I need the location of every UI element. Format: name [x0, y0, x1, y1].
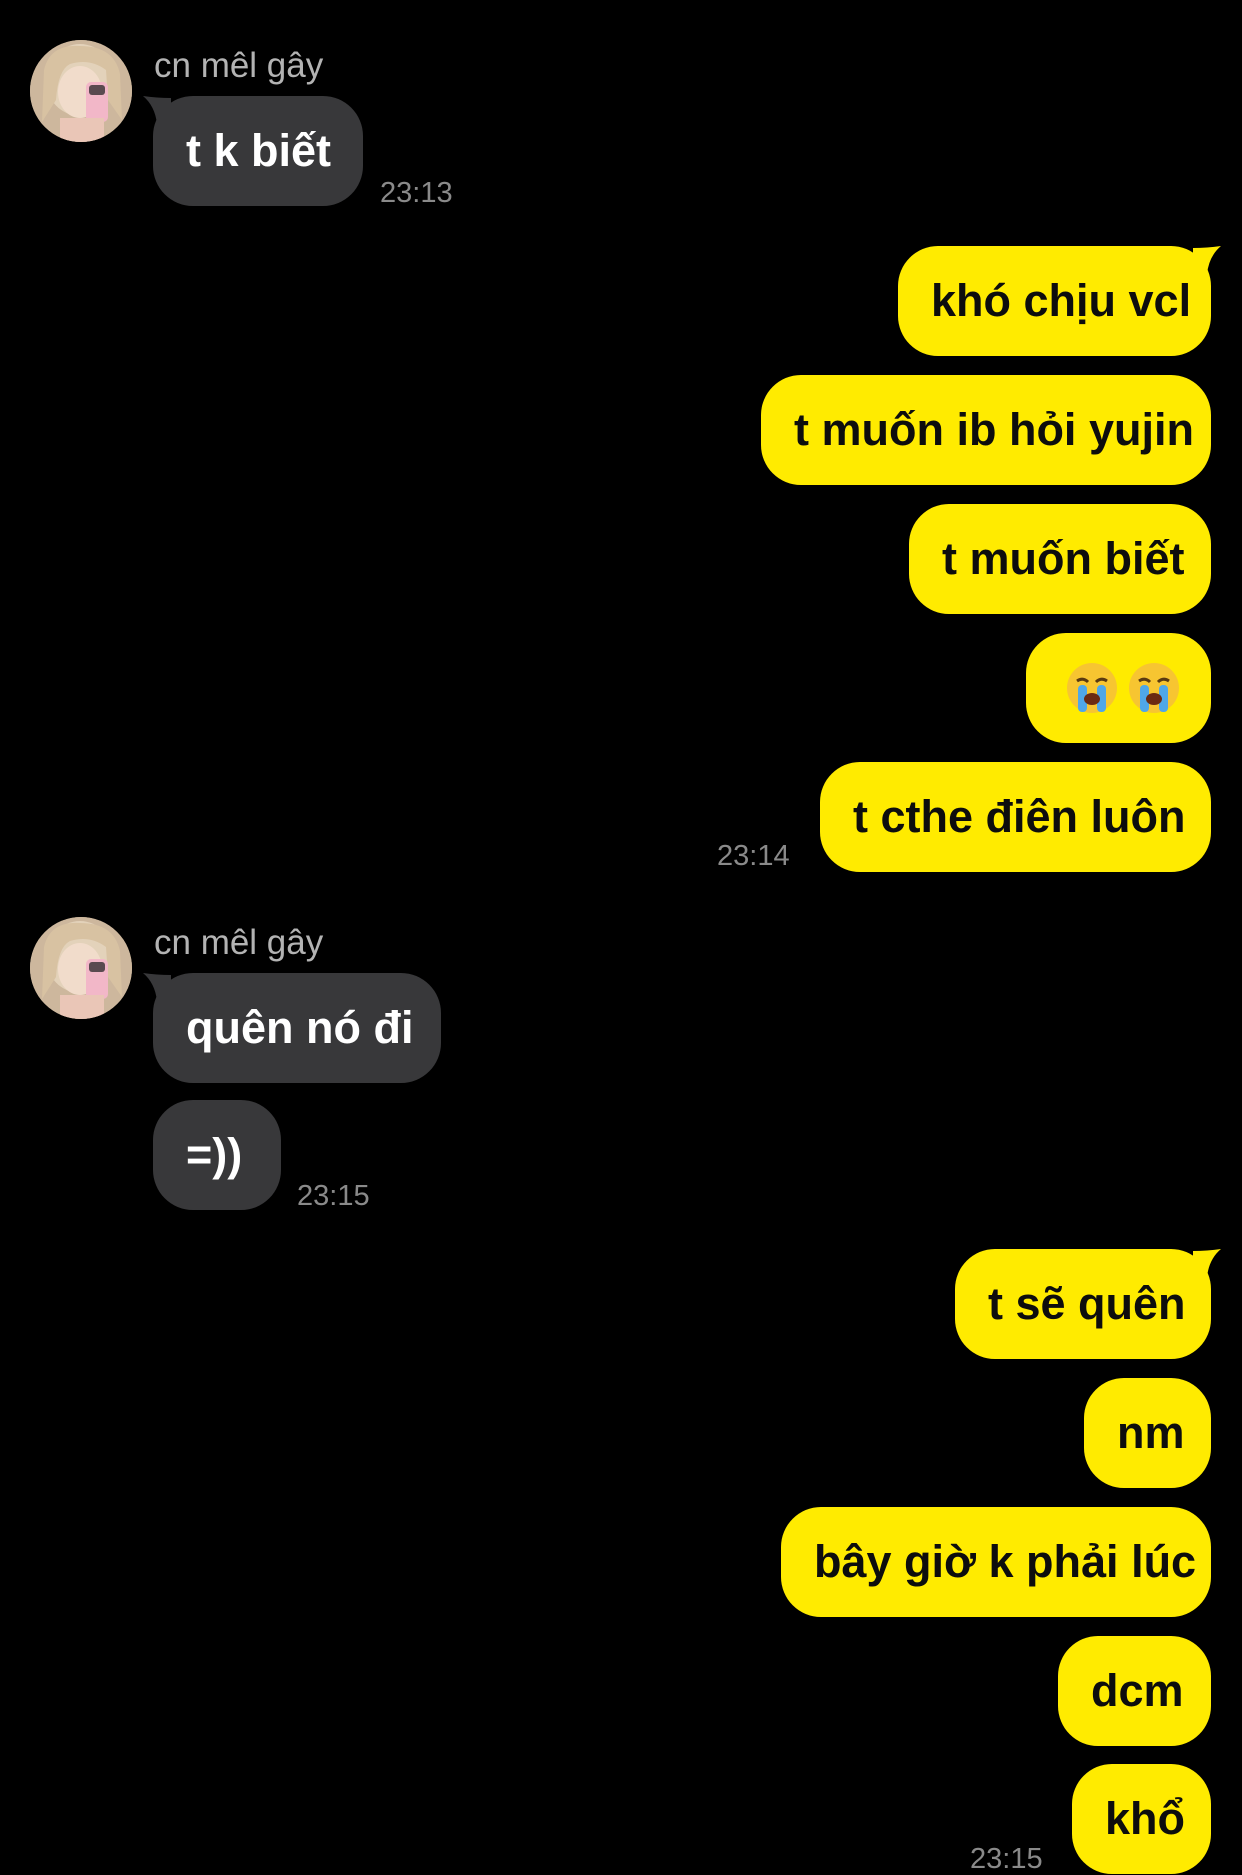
message-text: nm [1117, 1407, 1185, 1458]
message-bubble-outgoing[interactable]: t muốn ib hỏi yujin [761, 375, 1211, 485]
message-bubble-outgoing[interactable]: nm [1084, 1378, 1211, 1488]
message-bubble-outgoing[interactable]: t sẽ quên [955, 1249, 1221, 1359]
bubble-tail [1193, 1249, 1221, 1277]
message-bubble-incoming[interactable]: t k biết [143, 96, 363, 206]
message-text: bây giờ k phải lúc [814, 1536, 1197, 1587]
sender-avatar[interactable] [30, 917, 132, 1019]
message-bubble-outgoing[interactable]: khổ [1072, 1764, 1211, 1874]
message-timestamp: 23:13 [380, 177, 453, 209]
message-bubble-outgoing[interactable]: t muốn biết [909, 504, 1211, 614]
message-bubble-outgoing[interactable]: khó chịu vcl [898, 246, 1221, 356]
sender-name: cn mêl gây [154, 46, 324, 85]
message-text: t sẽ quên [988, 1278, 1186, 1329]
message-text: t muốn biết [942, 533, 1185, 584]
message-text: t cthe điên luôn [853, 791, 1186, 842]
loudly-crying-face-icon [1067, 663, 1117, 713]
message-bubble-incoming[interactable]: quên nó đi [143, 973, 441, 1083]
message-text: dcm [1091, 1665, 1184, 1716]
message-text: t muốn ib hỏi yujin [794, 404, 1194, 455]
message-text: =)) [186, 1129, 243, 1180]
message-bubble-outgoing[interactable]: 😭😭 [1026, 633, 1211, 743]
message-text: khổ [1105, 1793, 1186, 1844]
message-bubble-outgoing[interactable]: dcm [1058, 1636, 1211, 1746]
message-timestamp: 23:14 [717, 840, 790, 872]
loudly-crying-face-icon [1129, 663, 1179, 713]
message-text: quên nó đi [186, 1002, 414, 1053]
sender-avatar[interactable] [30, 40, 132, 142]
message-timestamp: 23:15 [970, 1843, 1043, 1875]
sender-name: cn mêl gây [154, 923, 324, 962]
chat-thread[interactable]: cn mêl gây t k biết 23:13 khó chịu vcl t… [0, 0, 1242, 1875]
message-timestamp: 23:15 [297, 1180, 370, 1212]
bubble-tail [143, 973, 171, 1001]
message-text: khó chịu vcl [931, 275, 1192, 326]
bubble-tail [1193, 246, 1221, 274]
bubble-tail [143, 96, 171, 124]
message-bubble-outgoing[interactable]: bây giờ k phải lúc [781, 1507, 1211, 1617]
message-bubble-incoming[interactable]: =)) [153, 1100, 281, 1210]
message-bubble-outgoing[interactable]: t cthe điên luôn [820, 762, 1211, 872]
message-text: t k biết [186, 125, 332, 176]
